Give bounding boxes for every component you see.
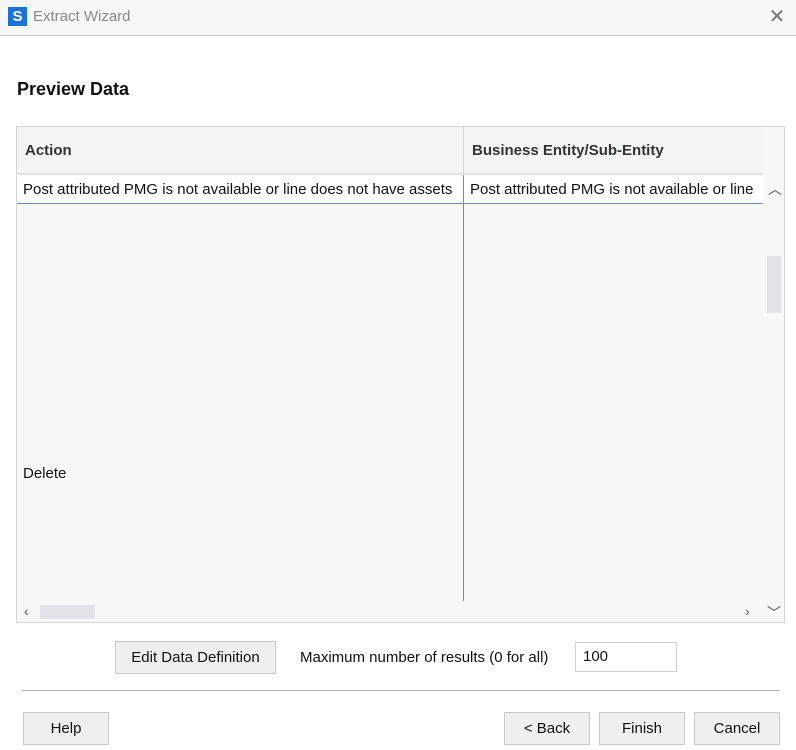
preview-table: Action Business Entity/Sub-Entity Post a… <box>16 126 785 623</box>
title-bar: S Extract Wizard ✕ <box>0 0 796 36</box>
close-icon[interactable]: ✕ <box>764 4 790 30</box>
table-row[interactable]: Post attributed PMG is not available or … <box>17 175 763 204</box>
column-divider <box>463 204 464 601</box>
cancel-button[interactable]: Cancel <box>694 712 780 745</box>
column-header-business-entity[interactable]: Business Entity/Sub-Entity <box>464 127 763 175</box>
page-title: Preview Data <box>17 79 130 99</box>
max-results-label: Maximum number of results (0 for all) <box>300 649 549 666</box>
finish-button[interactable]: Finish <box>599 712 685 745</box>
app-logo-icon: S <box>8 7 27 26</box>
chevron-down-icon[interactable]: ﹀ <box>767 603 781 623</box>
max-results-input[interactable]: 100 <box>575 642 677 672</box>
back-button[interactable]: < Back <box>504 712 590 745</box>
vertical-scrollbar[interactable]: ︿ <box>763 175 785 601</box>
window-title: Extract Wizard <box>33 8 131 25</box>
table-cell: Delete <box>23 465 67 482</box>
chevron-up-icon[interactable]: ︿ <box>768 179 782 199</box>
chevron-left-icon[interactable]: ‹ <box>24 603 29 619</box>
table-cell: Post attributed PMG is not available or … <box>17 175 464 204</box>
help-button[interactable]: Help <box>23 712 109 745</box>
horizontal-scrollbar[interactable]: ‹ › ﹀ <box>17 601 784 622</box>
vertical-scroll-thumb[interactable] <box>767 256 781 313</box>
divider <box>22 690 780 691</box>
table-cell: Post attributed PMG is not available or … <box>470 181 754 198</box>
chevron-right-icon[interactable]: › <box>745 603 750 619</box>
edit-data-definition-button[interactable]: Edit Data Definition <box>115 641 276 674</box>
horizontal-scroll-thumb[interactable] <box>40 605 95 619</box>
column-header-action[interactable]: Action <box>17 127 464 175</box>
